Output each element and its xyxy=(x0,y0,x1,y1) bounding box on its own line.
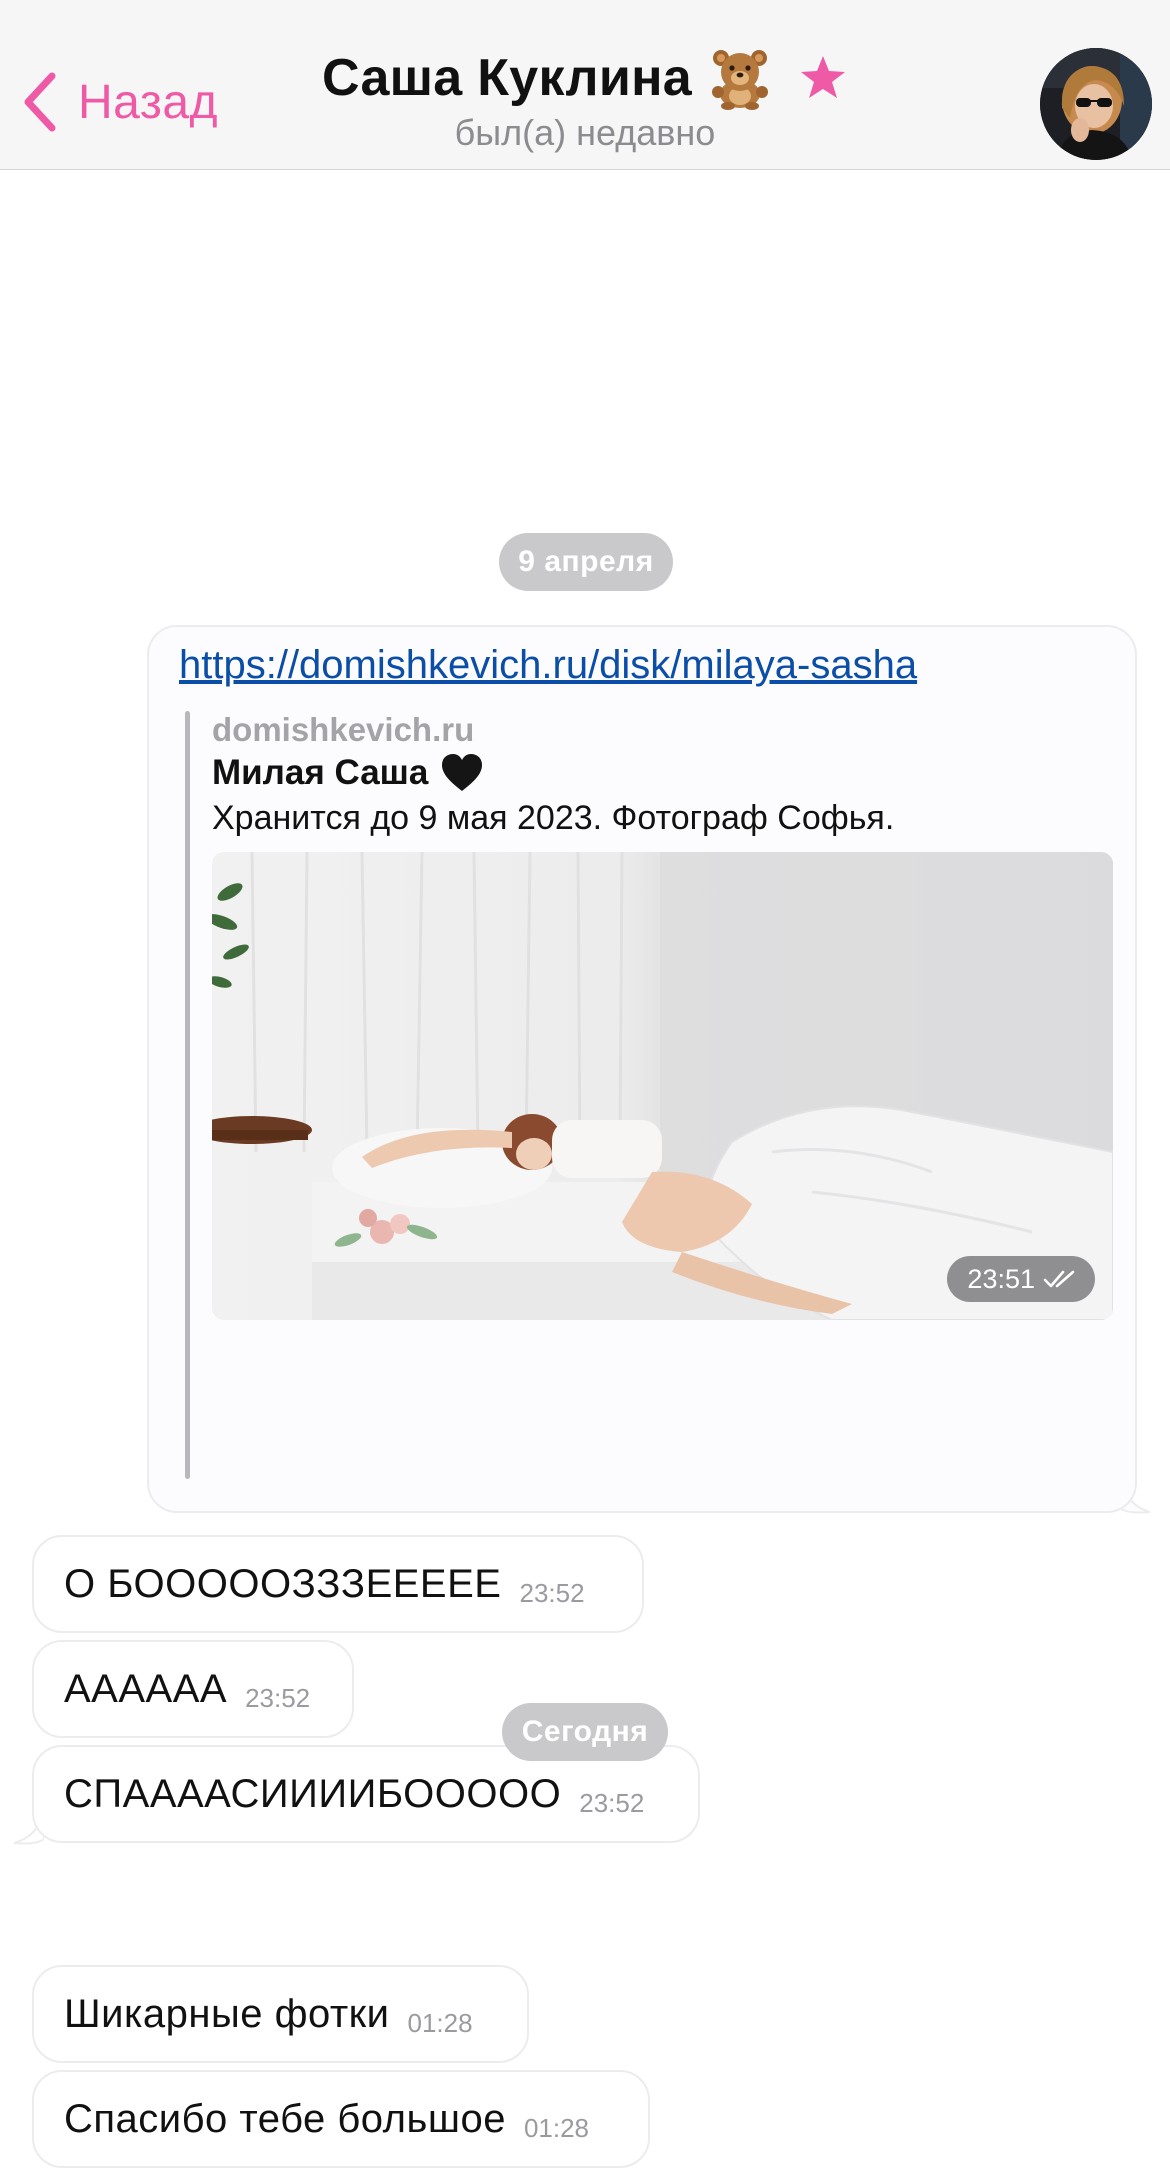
outgoing-link-message[interactable]: https://domishkevich.ru/disk/milaya-sash… xyxy=(147,625,1137,1513)
incoming-message[interactable]: Шикарные фотки 01:28 xyxy=(32,1965,529,2063)
incoming-message[interactable]: Спасибо тебе большое 01:28 xyxy=(32,2070,650,2168)
date-separator: Сегодня xyxy=(502,1703,668,1761)
back-button[interactable]: Назад xyxy=(20,62,218,142)
bear-face-icon xyxy=(712,50,769,110)
message-time: 23:52 xyxy=(519,1577,585,1608)
message-timestamp: 23:51 xyxy=(947,1256,1095,1302)
message-time: 23:51 xyxy=(967,1263,1035,1294)
avatar-photo xyxy=(1040,48,1152,160)
star-icon xyxy=(801,56,846,98)
link-preview-image[interactable]: 23:51 xyxy=(212,852,1113,1320)
last-seen-status: был(а) недавно xyxy=(454,112,716,153)
date-separator: 9 апреля xyxy=(499,533,673,591)
link-preview-title: Милая Саша xyxy=(212,753,429,792)
date-label: 9 апреля xyxy=(518,545,654,578)
message-text: Спасибо тебе большое xyxy=(64,2096,506,2141)
avatar[interactable] xyxy=(1040,48,1152,160)
chat-title-area[interactable]: Саша Куклина был(а) недавно xyxy=(290,46,880,154)
chat-title: Саша Куклина xyxy=(321,49,693,107)
link-preview-description: Хранится до 9 мая 2023. Фотограф Софья. xyxy=(212,799,895,837)
link-preview-site: domishkevich.ru xyxy=(212,711,475,748)
incoming-message[interactable]: АААААА 23:52 xyxy=(32,1640,354,1738)
chat-header: Назад Саша Куклина был(а) недавно xyxy=(0,0,1170,170)
message-time: 23:52 xyxy=(579,1787,645,1818)
message-link[interactable]: https://domishkevich.ru/disk/milaya-sash… xyxy=(179,643,917,688)
message-text: О БОООООЗЗЗЕЕЕЕЕ xyxy=(64,1561,502,1606)
back-label: Назад xyxy=(78,75,219,129)
message-text: СПААААСИИИИБООООО xyxy=(64,1771,562,1816)
incoming-message[interactable]: О БОООООЗЗЗЕЕЕЕЕ 23:52 xyxy=(32,1535,644,1633)
chevron-left-icon xyxy=(24,72,56,132)
message-time: 01:28 xyxy=(523,2112,590,2143)
message-text: Шикарные фотки xyxy=(64,1991,390,2036)
message-list[interactable]: 9 апреля https://domishkevich.ru/disk/mi… xyxy=(0,170,1170,2174)
double-check-icon xyxy=(1043,1270,1075,1288)
preview-accent-bar xyxy=(185,711,190,1479)
message-time: 23:52 xyxy=(245,1682,311,1713)
message-time: 01:28 xyxy=(407,2007,473,2038)
link-preview-title-row: Милая Саша xyxy=(212,753,484,793)
date-label: Сегодня xyxy=(521,1715,649,1748)
bedroom-photo xyxy=(212,852,1113,1320)
message-text: АААААА xyxy=(64,1666,228,1711)
black-heart-icon xyxy=(442,754,483,791)
